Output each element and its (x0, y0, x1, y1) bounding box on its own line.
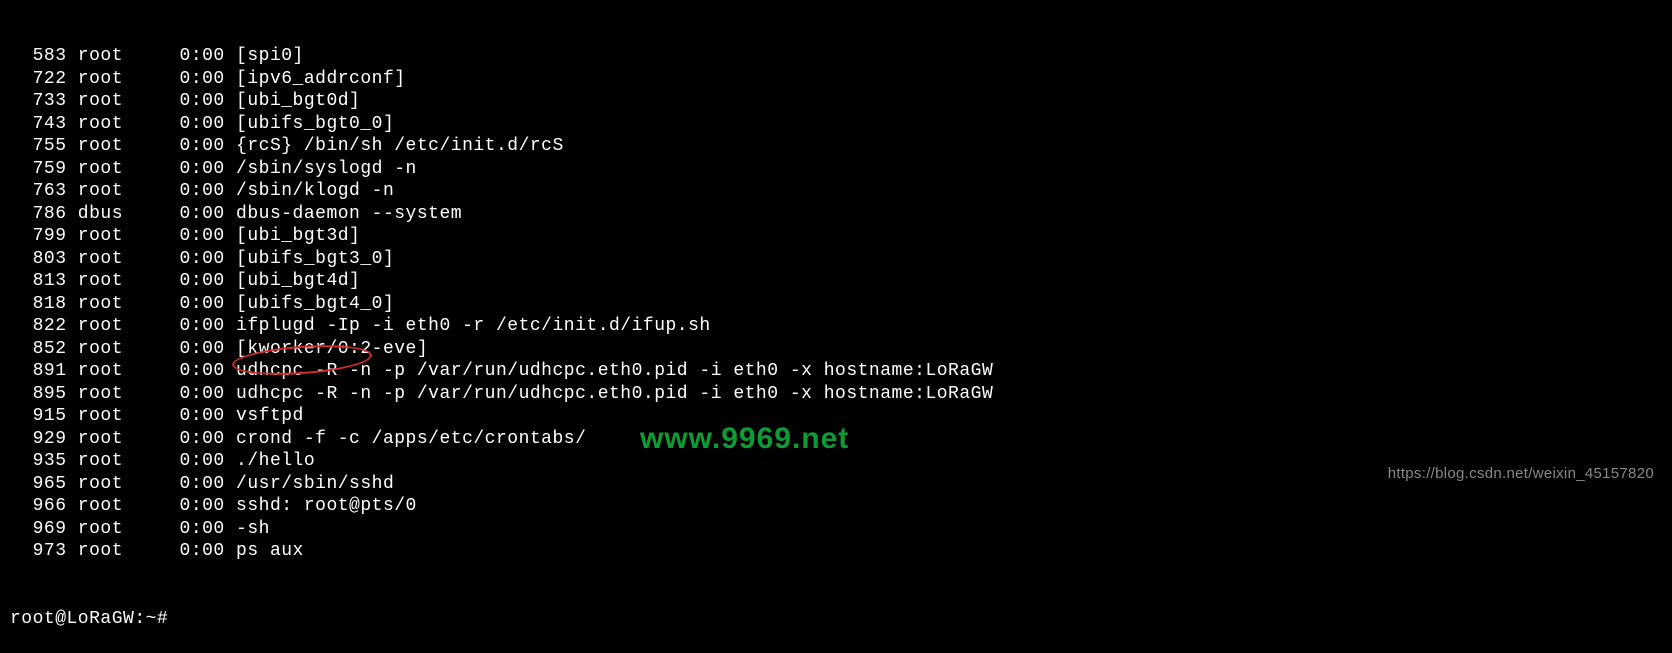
process-row: 969 root 0:00 -sh (10, 518, 1672, 541)
terminal-output: 583 root 0:00 [spi0] 722 root 0:00 [ipv6… (0, 0, 1672, 653)
process-row: 763 root 0:00 /sbin/klogd -n (10, 180, 1672, 203)
process-row: 822 root 0:00 ifplugd -Ip -i eth0 -r /et… (10, 315, 1672, 338)
process-row: 733 root 0:00 [ubi_bgt0d] (10, 90, 1672, 113)
process-row: 799 root 0:00 [ubi_bgt3d] (10, 225, 1672, 248)
process-row: 759 root 0:00 /sbin/syslogd -n (10, 158, 1672, 181)
shell-prompt[interactable]: root@LoRaGW:~# (10, 608, 1672, 631)
process-row: 743 root 0:00 [ubifs_bgt0_0] (10, 113, 1672, 136)
watermark-right: https://blog.csdn.net/weixin_45157820 (1388, 465, 1654, 484)
process-row: 786 dbus 0:00 dbus-daemon --system (10, 203, 1672, 226)
process-row: 722 root 0:00 [ipv6_addrconf] (10, 68, 1672, 91)
process-row: 818 root 0:00 [ubifs_bgt4_0] (10, 293, 1672, 316)
process-row: 852 root 0:00 [kworker/0:2-eve] (10, 338, 1672, 361)
process-row: 813 root 0:00 [ubi_bgt4d] (10, 270, 1672, 293)
watermark-center: www.9969.net (640, 420, 849, 458)
process-row: 891 root 0:00 udhcpc -R -n -p /var/run/u… (10, 360, 1672, 383)
process-row: 755 root 0:00 {rcS} /bin/sh /etc/init.d/… (10, 135, 1672, 158)
process-row: 966 root 0:00 sshd: root@pts/0 (10, 495, 1672, 518)
process-row: 583 root 0:00 [spi0] (10, 45, 1672, 68)
process-row: 973 root 0:00 ps aux (10, 540, 1672, 563)
process-row: 895 root 0:00 udhcpc -R -n -p /var/run/u… (10, 383, 1672, 406)
process-row: 803 root 0:00 [ubifs_bgt3_0] (10, 248, 1672, 271)
